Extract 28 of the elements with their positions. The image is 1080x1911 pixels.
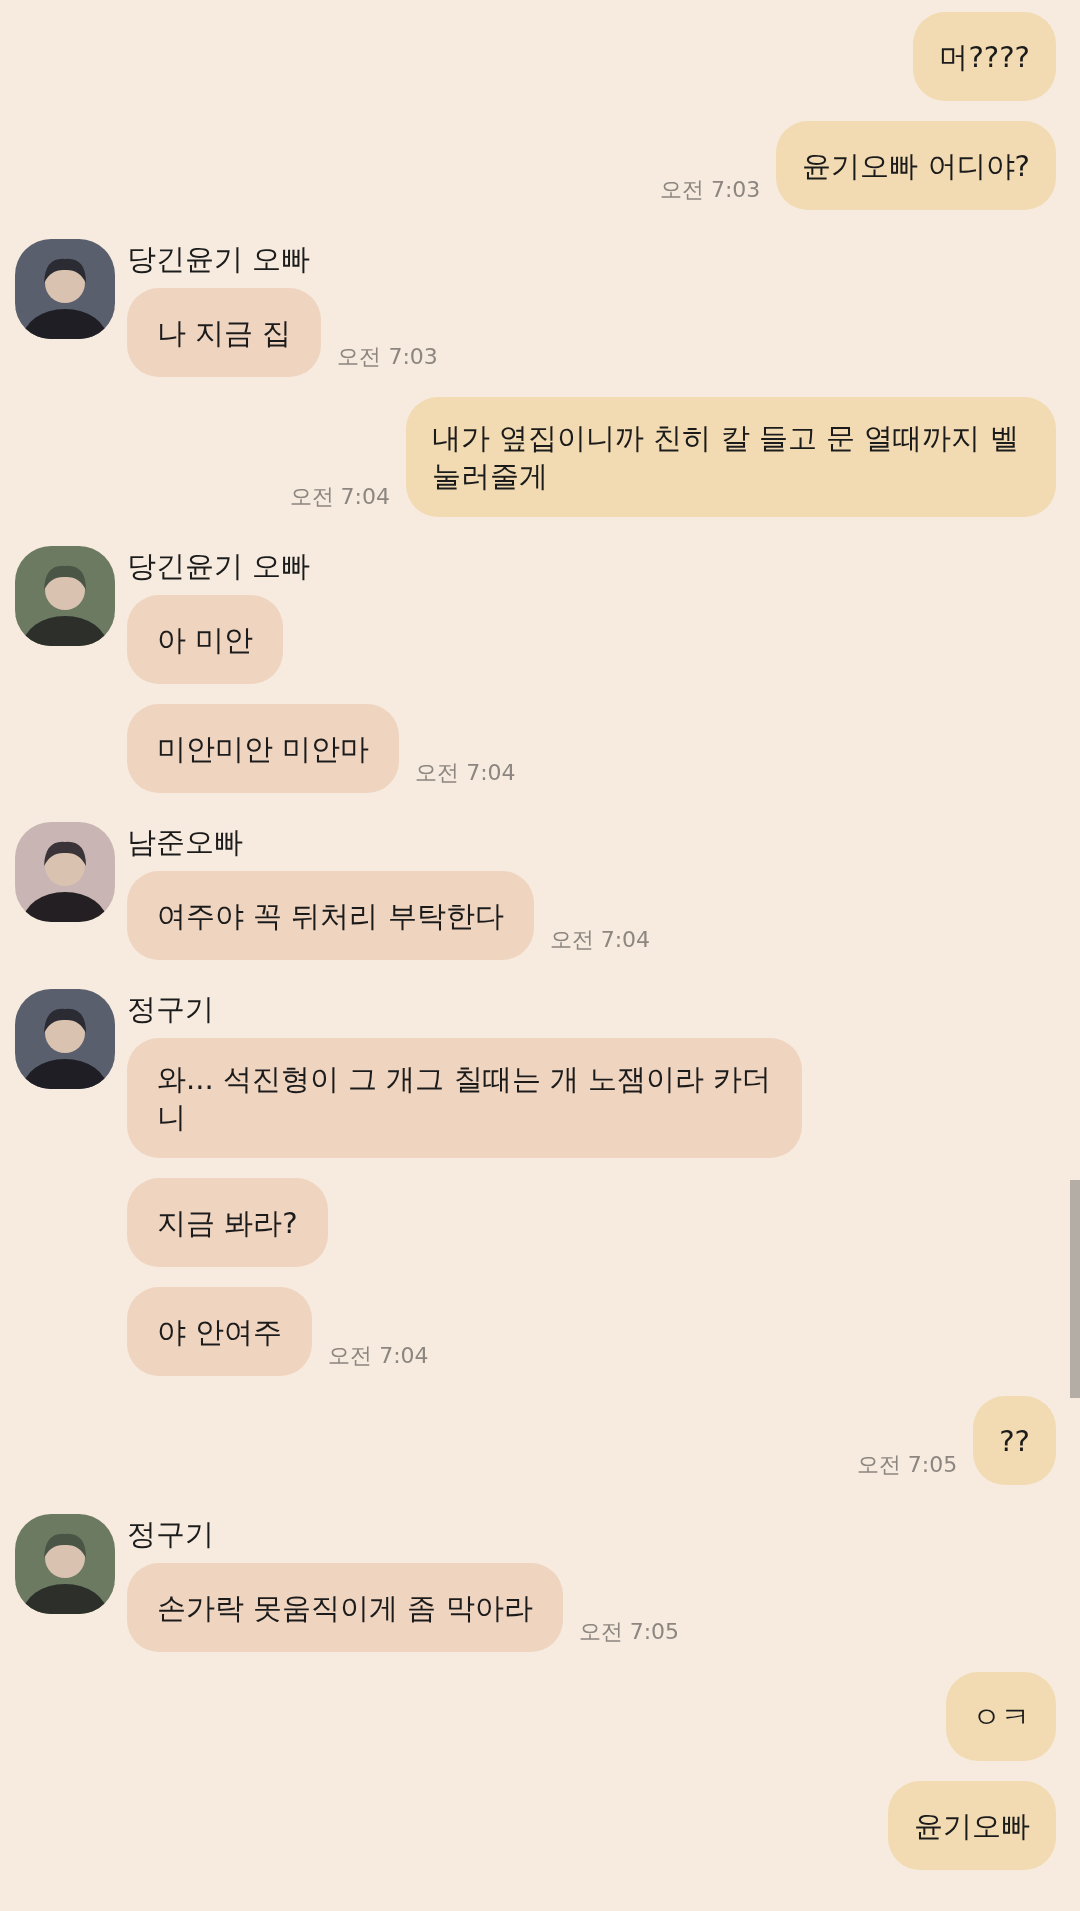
sent-message: ㅇㅋ	[946, 1672, 1056, 1761]
message-time: 오전 7:04	[415, 759, 516, 787]
sent-message: 윤기오빠	[888, 1781, 1056, 1870]
sender-name: 정구기	[127, 991, 215, 1028]
sender-name: 당긴윤기 오빠	[127, 241, 312, 278]
scroll-bar[interactable]	[1070, 1180, 1080, 1398]
sent-message: 머????	[913, 12, 1056, 101]
received-message: 손가락 못움직이게 좀 막아라	[127, 1563, 563, 1652]
received-message: 지금 봐라?	[127, 1178, 328, 1267]
received-message: 미안미안 미안마	[127, 704, 400, 793]
message-time: 오전 7:04	[289, 483, 390, 511]
sender-name: 남준오빠	[127, 824, 244, 861]
message-time: 오전 7:03	[337, 343, 438, 371]
message-time: 오전 7:05	[578, 1618, 680, 1646]
received-message: 나 지금 집	[127, 288, 322, 377]
message-time: 오전 7:03	[659, 176, 761, 204]
received-message: 아 미안	[127, 595, 284, 684]
message-time: 오전 7:04	[328, 1342, 429, 1370]
received-message: 와... 석진형이 그 개그 칠때는 개 노잼이라 카더니	[127, 1038, 802, 1158]
message-time: 오전 7:05	[856, 1451, 958, 1479]
sent-message: 윤기오빠 어디야?	[776, 121, 1056, 210]
sent-message: 내가 옆집이니까 친히 칼 들고 문 열때까지 벨 눌러줄게	[406, 397, 1056, 517]
message-time: 오전 7:04	[549, 926, 651, 954]
sender-name: 정구기	[127, 1516, 215, 1553]
received-message: 야 안여주	[127, 1287, 313, 1376]
sender-name: 당긴윤기 오빠	[127, 548, 312, 585]
received-message: 여주야 꼭 뒤처리 부탁한다	[127, 871, 534, 960]
sent-message: ??	[973, 1396, 1056, 1485]
